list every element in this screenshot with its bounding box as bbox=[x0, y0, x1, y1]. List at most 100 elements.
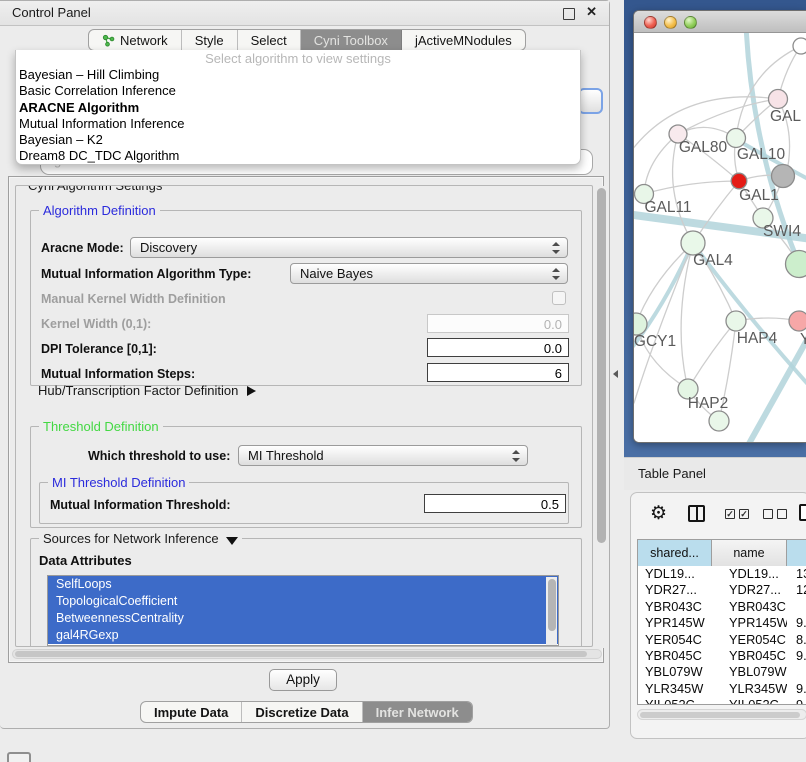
tab-infer-network[interactable]: Infer Network bbox=[363, 702, 472, 722]
tab-style[interactable]: Style bbox=[182, 30, 238, 50]
table-cell[interactable]: 9. bbox=[787, 697, 806, 705]
table-row[interactable]: YDR27...YDR27...12 bbox=[638, 582, 806, 598]
mi-threshold-field[interactable]: 0.5 bbox=[424, 494, 566, 513]
table-row[interactable]: YLR345WYLR345W9. bbox=[638, 681, 806, 697]
table-cell[interactable]: 12 bbox=[787, 582, 806, 598]
float-window-icon[interactable] bbox=[563, 8, 575, 20]
attribute-list-item[interactable]: SelfLoops bbox=[48, 576, 558, 593]
table-cell[interactable]: YDL19... bbox=[712, 566, 787, 582]
manual-kernel-checkbox[interactable] bbox=[552, 291, 566, 305]
table-row[interactable]: YBL079WYBL079W bbox=[638, 664, 806, 680]
table-cell[interactable]: YPR145W bbox=[638, 615, 712, 631]
kernel-width-field[interactable]: 0.0 bbox=[427, 314, 569, 333]
minimized-panel-icon[interactable] bbox=[7, 752, 31, 762]
settings-horizontal-scrollbar[interactable] bbox=[12, 649, 602, 659]
table-cell[interactable]: YDL19... bbox=[638, 566, 712, 582]
table-row[interactable]: YDL19...YDL19...13 bbox=[638, 566, 806, 582]
table-cell[interactable]: YBR043C bbox=[712, 599, 787, 615]
table-row[interactable]: YER054CYER054C8. bbox=[638, 632, 806, 648]
network-edge[interactable] bbox=[688, 321, 736, 389]
settings-vertical-scrollbar[interactable] bbox=[597, 186, 606, 648]
close-icon[interactable]: ✕ bbox=[586, 4, 597, 20]
table-cell[interactable]: YIL052C bbox=[638, 697, 712, 705]
network-node[interactable] bbox=[769, 90, 788, 109]
network-node[interactable] bbox=[709, 411, 729, 431]
algorithm-menu-item[interactable]: Dream8 DC_TDC Algorithm bbox=[16, 148, 580, 164]
attribute-list-item[interactable]: gal4RGexp bbox=[48, 627, 558, 644]
algorithm-menu-item[interactable]: Mutual Information Inference bbox=[16, 116, 580, 132]
attributes-scrollbar[interactable] bbox=[546, 577, 557, 646]
table-cell[interactable]: 9. bbox=[787, 681, 806, 697]
algorithm-combo-partial[interactable] bbox=[578, 88, 603, 114]
close-traffic-light-icon[interactable] bbox=[644, 16, 657, 29]
table-cell[interactable]: YER054C bbox=[712, 632, 787, 648]
table-cell[interactable]: 9. bbox=[787, 615, 806, 631]
table-cell[interactable]: 8. bbox=[787, 632, 806, 648]
table-cell[interactable] bbox=[787, 599, 806, 615]
table-cell[interactable]: YDR27... bbox=[638, 582, 712, 598]
tab-impute-data[interactable]: Impute Data bbox=[141, 702, 242, 722]
network-node[interactable] bbox=[786, 251, 806, 278]
dpi-tolerance-field[interactable]: 0.0 bbox=[427, 338, 569, 357]
gear-icon[interactable]: ⚙ bbox=[650, 502, 667, 525]
tab-discretize-data[interactable]: Discretize Data bbox=[242, 702, 362, 722]
mi-steps-field[interactable]: 6 bbox=[427, 363, 569, 382]
network-edge[interactable] bbox=[644, 181, 739, 194]
table-cell[interactable]: 13 bbox=[787, 566, 806, 582]
table-cell[interactable]: YPR145W bbox=[712, 615, 787, 631]
table-row[interactable]: YIL052CYIL052C9. bbox=[638, 697, 806, 705]
table-panel-titlebar[interactable]: Table Panel bbox=[624, 457, 806, 490]
tab-select[interactable]: Select bbox=[238, 30, 301, 50]
table-cell[interactable]: YDR27... bbox=[712, 582, 787, 598]
deselect-all-checkbox-icon[interactable] bbox=[763, 509, 773, 519]
attribute-list-item[interactable]: BetweennessCentrality bbox=[48, 610, 558, 627]
panel-collapse-arrow-icon[interactable] bbox=[613, 370, 618, 378]
zoom-traffic-light-icon[interactable] bbox=[684, 16, 697, 29]
network-node[interactable] bbox=[726, 311, 746, 331]
tab-jactivemnodules[interactable]: jActiveMNodules bbox=[402, 30, 525, 50]
network-node[interactable] bbox=[772, 165, 795, 188]
control-panel-titlebar[interactable]: Control Panel ✕ bbox=[0, 1, 609, 26]
network-node[interactable] bbox=[789, 311, 806, 331]
table-cell[interactable]: YBR045C bbox=[638, 648, 712, 664]
table-cell[interactable]: YBL079W bbox=[638, 664, 712, 680]
network-canvas[interactable]: GALGAL80GAL10GAL1GAL11SWI4GAL4GCY1HAP4YH… bbox=[634, 33, 806, 443]
hub-definition-expander[interactable]: Hub/Transcription Factor Definition bbox=[38, 383, 256, 398]
tab-network[interactable]: Network bbox=[89, 30, 182, 50]
table-cell[interactable]: YBL079W bbox=[712, 664, 787, 680]
algorithm-menu-item[interactable]: Bayesian – Hill Climbing bbox=[16, 67, 580, 83]
select-all-checkbox-icon[interactable]: ✓ bbox=[739, 509, 749, 519]
deselect-all-checkbox-icon[interactable] bbox=[777, 509, 787, 519]
mi-type-select[interactable]: Naive Bayes bbox=[290, 263, 568, 284]
algorithm-menu-item[interactable]: ARACNE Algorithm bbox=[16, 100, 580, 116]
network-node[interactable] bbox=[727, 129, 746, 148]
sources-group-title[interactable]: Sources for Network Inference bbox=[39, 531, 242, 546]
table-column-header[interactable] bbox=[787, 540, 806, 566]
table-cell[interactable]: YER054C bbox=[638, 632, 712, 648]
network-node[interactable] bbox=[793, 38, 806, 54]
aracne-mode-select[interactable]: Discovery bbox=[130, 237, 568, 258]
column-selector-icon[interactable] bbox=[688, 505, 705, 522]
network-window-titlebar[interactable] bbox=[634, 11, 806, 33]
table-cell[interactable]: YBR045C bbox=[712, 648, 787, 664]
apply-button[interactable]: Apply bbox=[269, 669, 337, 691]
select-all-checkbox-icon[interactable]: ✓ bbox=[725, 509, 735, 519]
algorithm-menu-item[interactable]: Bayesian – K2 bbox=[16, 132, 580, 148]
table-cell[interactable]: YLR345W bbox=[712, 681, 787, 697]
tab-cyni-toolbox[interactable]: Cyni Toolbox bbox=[301, 30, 402, 50]
table-horizontal-scrollbar[interactable] bbox=[637, 709, 806, 720]
table-column-header[interactable]: shared... bbox=[638, 540, 712, 566]
table-cell[interactable] bbox=[787, 664, 806, 680]
table-cell[interactable]: 9. bbox=[787, 648, 806, 664]
which-threshold-select[interactable]: MI Threshold bbox=[238, 445, 528, 466]
table-cell[interactable]: YLR345W bbox=[638, 681, 712, 697]
minimize-traffic-light-icon[interactable] bbox=[664, 16, 677, 29]
table-cell[interactable]: YBR043C bbox=[638, 599, 712, 615]
attribute-list-item[interactable]: TopologicalCoefficient bbox=[48, 593, 558, 610]
algorithm-menu-item[interactable]: Basic Correlation Inference bbox=[16, 83, 580, 99]
table-row[interactable]: YBR043CYBR043C bbox=[638, 599, 806, 615]
table-row[interactable]: YPR145WYPR145W9. bbox=[638, 615, 806, 631]
export-table-icon[interactable] bbox=[799, 504, 806, 521]
table-row[interactable]: YBR045CYBR045C9. bbox=[638, 648, 806, 664]
table-column-header[interactable]: name bbox=[712, 540, 787, 566]
